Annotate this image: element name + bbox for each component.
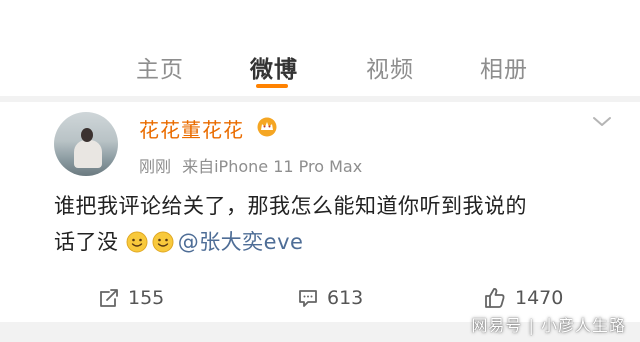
like-count: 1470 — [515, 287, 564, 309]
vip-crown-icon — [257, 117, 277, 137]
post-time: 刚刚 — [139, 157, 172, 176]
repost-icon — [100, 289, 118, 307]
repost-count: 155 — [128, 287, 165, 309]
comment-count: 613 — [327, 287, 364, 309]
smile-icon — [152, 231, 174, 253]
smile-icon — [126, 231, 148, 253]
post-content: 谁把我评论给关了，那我怎么能知道你听到我说的 话了没 @张大奕eve — [54, 188, 614, 260]
tab-album[interactable]: 相册 — [480, 50, 528, 84]
active-tab-indicator — [256, 84, 288, 88]
post-source: 来自iPhone 11 Pro Max — [182, 157, 363, 176]
post-username[interactable]: 花花董花花 — [139, 114, 244, 143]
tab-weibo[interactable]: 微博 — [250, 50, 298, 84]
repost-button[interactable]: 155 — [98, 284, 164, 312]
post-text-line-2-text: 话了没 — [54, 230, 119, 254]
comment-icon — [299, 290, 317, 307]
post-meta: 刚刚 来自iPhone 11 Pro Max — [139, 153, 362, 177]
like-button[interactable]: 1470 — [483, 284, 563, 312]
chevron-down-icon[interactable] — [590, 112, 614, 132]
mention-link[interactable]: @张大奕eve — [178, 230, 304, 254]
weibo-profile-screen: 主页 微博 视频 相册 花花董花花 刚刚 来自iPhone 11 Pro Max… — [0, 0, 640, 342]
avatar[interactable] — [54, 112, 118, 176]
profile-tab-bar: 主页 微博 视频 相册 — [0, 40, 640, 92]
tab-home[interactable]: 主页 — [136, 50, 184, 84]
comment-button[interactable]: 613 — [297, 284, 363, 312]
thumbs-up-icon — [485, 288, 505, 308]
tab-video[interactable]: 视频 — [366, 50, 414, 84]
section-divider — [0, 96, 640, 102]
post-text-line-1: 谁把我评论给关了，那我怎么能知道你听到我说的 — [54, 194, 527, 218]
post-text-line-2: 话了没 @张大奕eve — [54, 224, 614, 260]
source-watermark: 网易号 | 小彦人生路 — [471, 316, 626, 335]
